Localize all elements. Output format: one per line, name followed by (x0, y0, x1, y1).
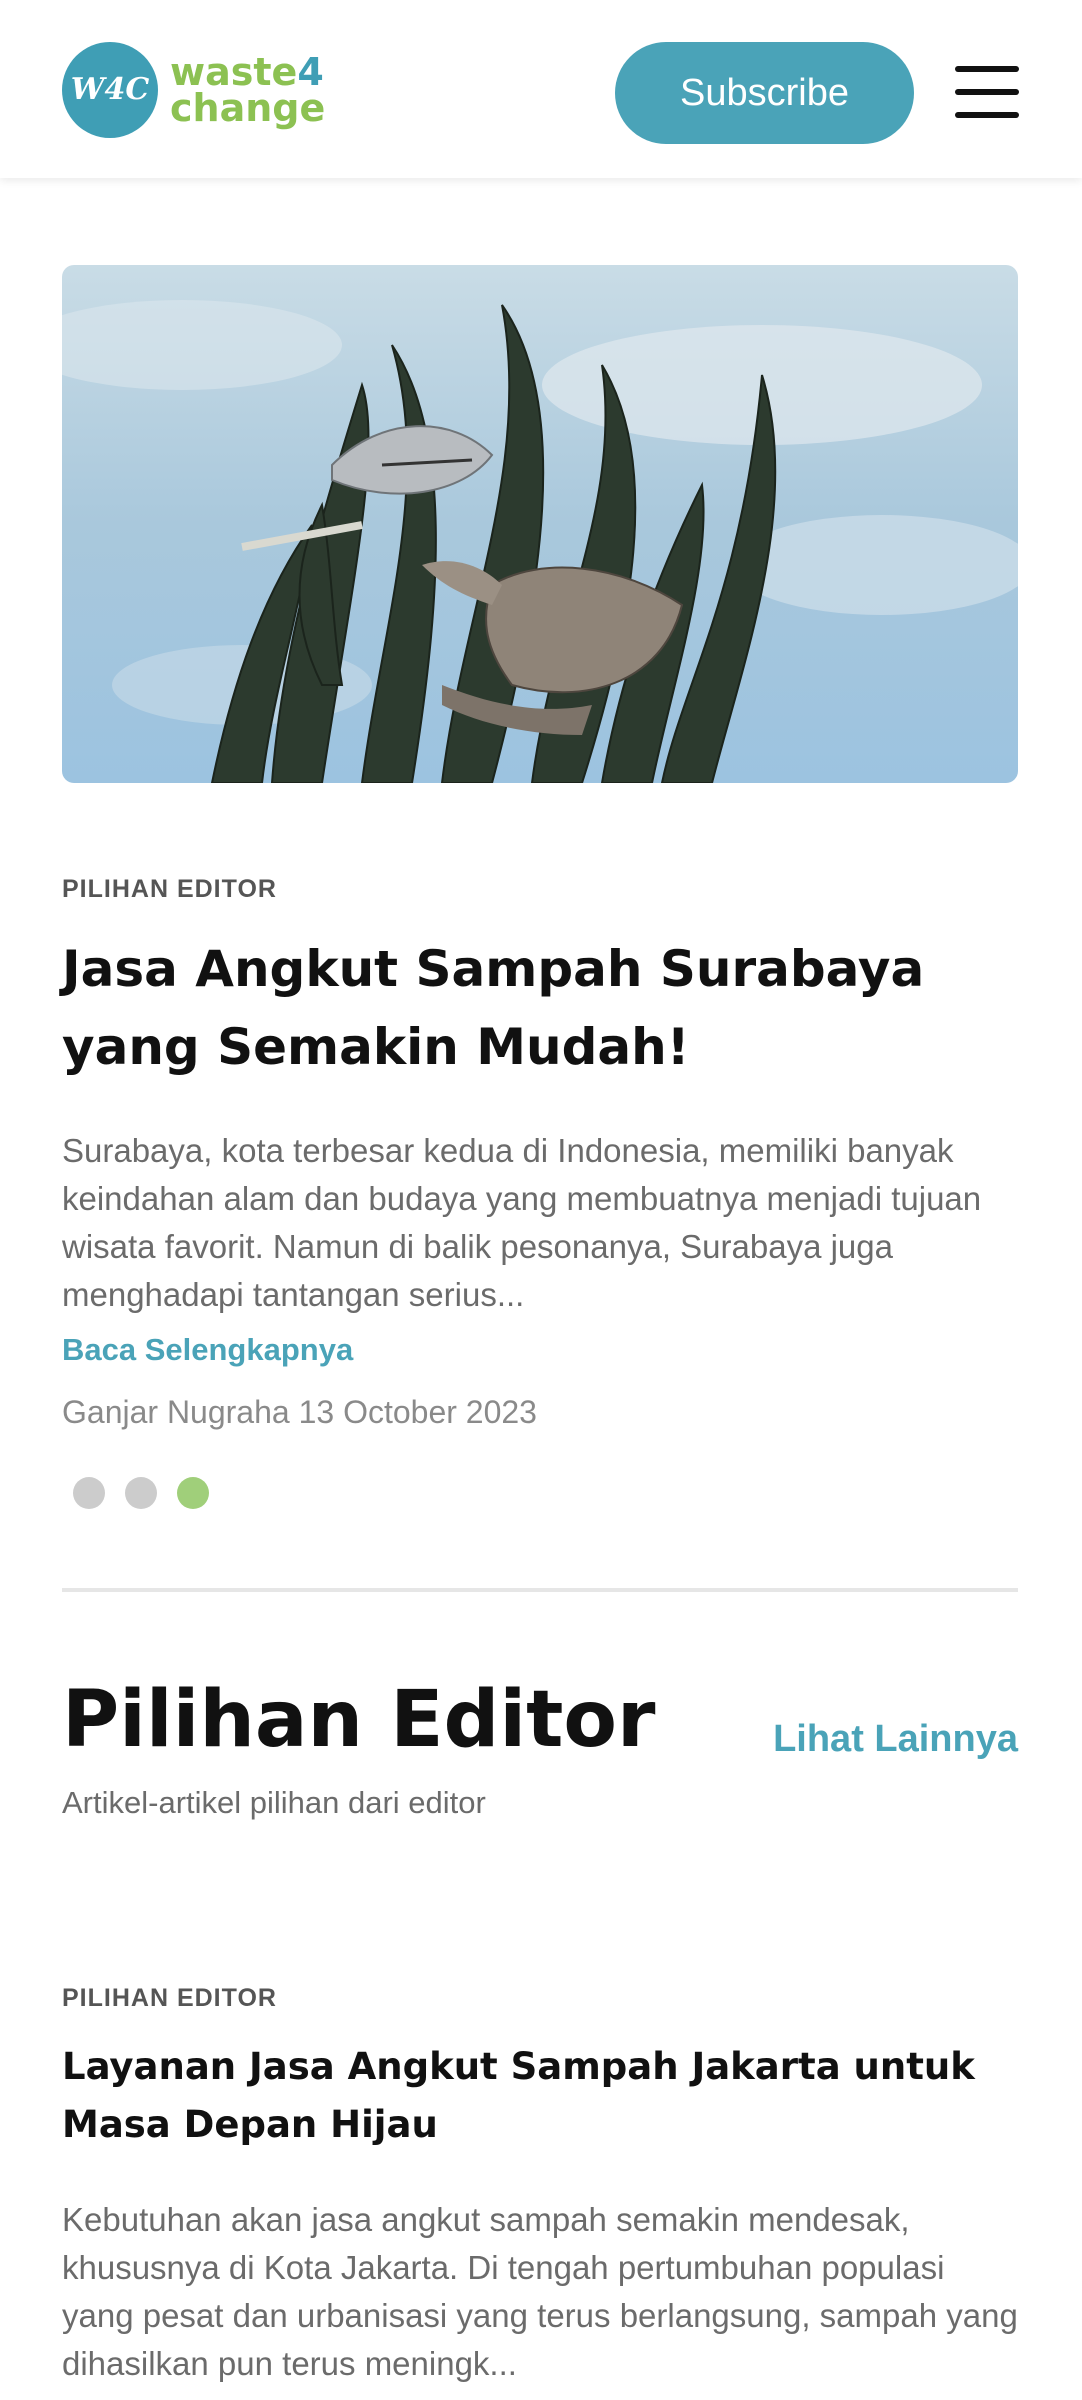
featured-article-meta: Ganjar Nugraha 13 October 2023 (62, 1394, 537, 1431)
article-kicker: PILIHAN EDITOR (62, 1984, 277, 2012)
see-more-link[interactable]: Lihat Lainnya (773, 1718, 1018, 1761)
article-excerpt: Kebutuhan akan jasa angkut sampah semaki… (62, 2201, 1018, 2382)
logo-wordmark: waste4 change (170, 53, 326, 130)
featured-article-title[interactable]: Jasa Angkut Sampah Surabaya yang Semakin… (62, 930, 1002, 1086)
logo-word-change: change (170, 86, 326, 130)
featured-article-image[interactable] (62, 265, 1018, 783)
shark-crocodile-statue-image (62, 265, 1018, 783)
author-name: Ganjar Nugraha (62, 1394, 290, 1430)
subscribe-button[interactable]: Subscribe (615, 42, 914, 144)
carousel-dot-3-active[interactable] (177, 1477, 209, 1509)
read-more-link[interactable]: Baca Selengkapnya (62, 1332, 353, 1368)
carousel-dot-2[interactable] (125, 1477, 157, 1509)
hamburger-menu-icon[interactable] (955, 66, 1019, 118)
carousel-indicator (73, 1477, 209, 1509)
featured-kicker: PILIHAN EDITOR (62, 875, 277, 903)
carousel-dot-1[interactable] (73, 1477, 105, 1509)
article-title[interactable]: Layanan Jasa Angkut Sampah Jakarta untuk… (62, 2038, 1022, 2154)
section-divider (62, 1588, 1018, 1592)
featured-article-excerpt: Surabaya, kota terbesar kedua di Indones… (62, 1132, 982, 1313)
publish-date: 13 October 2023 (298, 1394, 537, 1430)
site-header: W4C waste4 change Subscribe (0, 0, 1082, 178)
section-title: Pilihan Editor (62, 1675, 656, 1765)
section-subtitle: Artikel-artikel pilihan dari editor (62, 1785, 486, 1820)
logo-mark-icon: W4C (62, 42, 158, 138)
waste4change-logo[interactable]: W4C waste4 change (62, 42, 325, 138)
